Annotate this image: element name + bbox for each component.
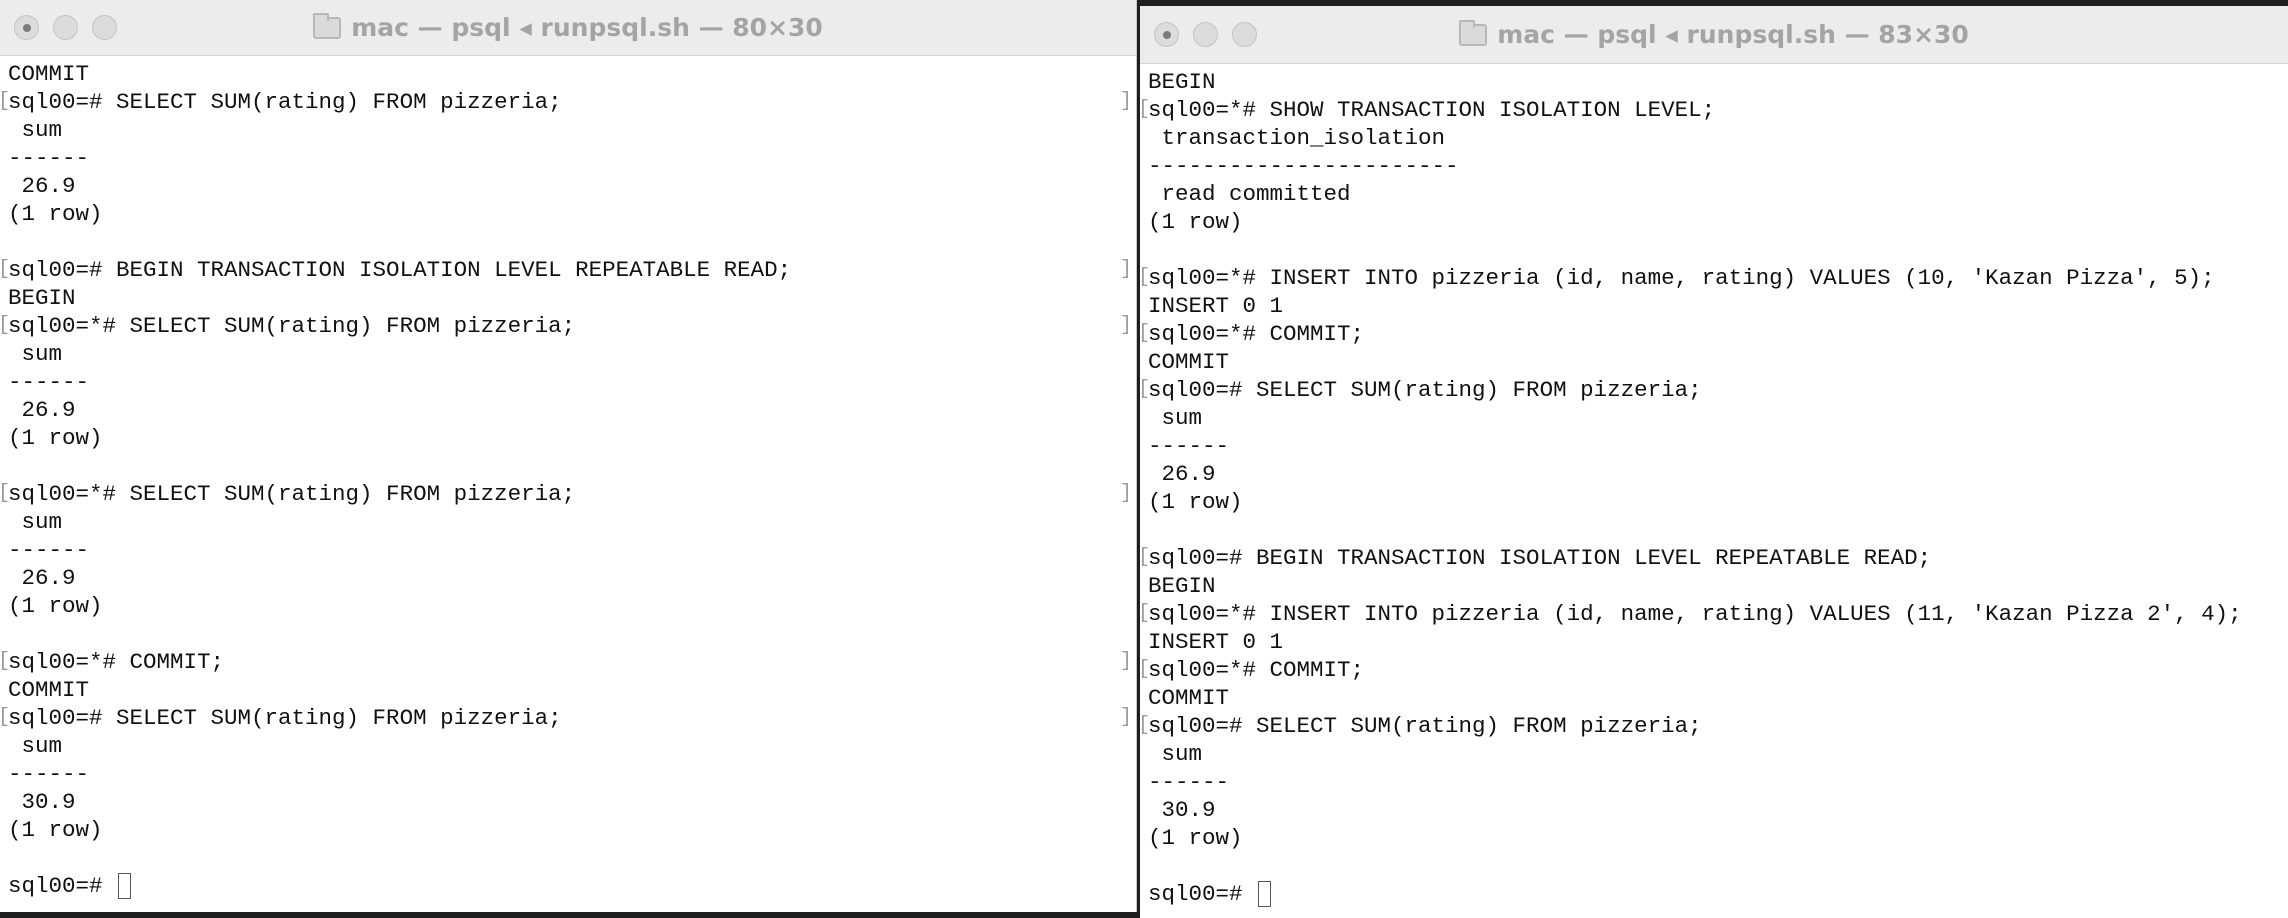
terminal-line: (1 row) [8,425,103,451]
terminal-line: sql00=# BEGIN TRANSACTION ISOLATION LEVE… [0,256,1136,284]
prompt-mark: ] [1119,258,1132,281]
folder-icon [1459,19,1488,46]
terminal-line: sql00=# SELECT SUM(rating) FROM pizzeria… [0,88,1136,116]
text-cursor [1258,881,1272,908]
prompt-mark: ] [1119,314,1132,337]
terminal-line: INSERT 0 1 [1148,629,1284,655]
terminal-line: sql00=*# COMMIT; [1140,320,2288,348]
prompt-line[interactable]: sql00=# [1140,880,2288,908]
terminal-line: INSERT 0 1 [1148,293,1284,319]
terminal-line: sum [8,341,63,367]
terminal-line: BEGIN [1148,573,1216,599]
terminal-line: read committed [1148,181,1351,207]
terminal-line: (1 row) [1148,209,1243,235]
terminal-line: transaction_isolation [1148,125,1446,151]
terminal-line: (1 row) [1148,489,1243,515]
window-title: mac — psql ◂ runpsql.sh — 80×30 [0,0,1136,55]
terminal-window-right[interactable]: mac — psql ◂ runpsql.sh — 83×30 BEGINsql… [1140,6,2288,918]
terminal-line: sum [8,733,63,759]
terminal-line: sql00=*# SELECT SUM(rating) FROM pizzeri… [0,480,1136,508]
terminal-line: ------ [8,369,90,395]
terminal-line: COMMIT [8,61,90,87]
terminal-line: sql00=*# INSERT INTO pizzeria (id, name,… [1140,600,2288,628]
terminal-line: BEGIN [8,285,76,311]
terminal-line: BEGIN [1148,69,1216,95]
terminal-line: sql00=*# SHOW TRANSACTION ISOLATION LEVE… [1140,96,2288,124]
window-title-text: mac — psql ◂ runpsql.sh — 80×30 [351,13,823,42]
terminal-line: sum [1148,741,1203,767]
folder-icon [313,12,342,39]
terminal-line: 26.9 [8,397,76,423]
prompt-text: sql00=# [1148,881,1257,907]
terminal-line: sql00=# SELECT SUM(rating) FROM pizzeria… [1140,712,2288,740]
prompt-text: sql00=# [8,873,117,899]
terminal-line: sql00=*# COMMIT;] [0,648,1136,676]
window-title-text: mac — psql ◂ runpsql.sh — 83×30 [1497,20,1969,49]
terminal-line: sum [8,117,63,143]
terminal-line: 30.9 [8,789,76,815]
terminal-line: (1 row) [8,817,103,843]
text-cursor [118,873,132,900]
terminal-line: 30.9 [1148,797,1216,823]
terminal-window-left[interactable]: mac — psql ◂ runpsql.sh — 80×30 COMMITsq… [0,0,1137,912]
terminal-line: sql00=*# SELECT SUM(rating) FROM pizzeri… [0,312,1136,340]
window-title: mac — psql ◂ runpsql.sh — 83×30 [1140,6,2288,63]
terminal-line: 26.9 [1148,461,1216,487]
terminal-output[interactable]: COMMITsql00=# SELECT SUM(rating) FROM pi… [0,56,1136,900]
terminal-line: COMMIT [8,677,90,703]
title-bar[interactable]: mac — psql ◂ runpsql.sh — 80×30 [0,0,1136,56]
prompt-mark: ] [1119,90,1132,113]
terminal-line: ------ [8,145,90,171]
terminal-line: 26.9 [8,565,76,591]
prompt-line[interactable]: sql00=# [0,872,1136,900]
terminal-line: sum [1148,405,1203,431]
title-bar[interactable]: mac — psql ◂ runpsql.sh — 83×30 [1140,6,2288,64]
prompt-mark: ] [1119,706,1132,729]
terminal-line: sql00=# BEGIN TRANSACTION ISOLATION LEVE… [1140,544,2288,572]
terminal-output[interactable]: BEGINsql00=*# SHOW TRANSACTION ISOLATION… [1140,64,2288,908]
prompt-mark: ] [1119,650,1132,673]
terminal-line: sql00=*# INSERT INTO pizzeria (id, name,… [1140,264,2288,292]
terminal-line: COMMIT [1148,685,1230,711]
terminal-line: (1 row) [8,593,103,619]
terminal-line: ------ [8,537,90,563]
terminal-line: ----------------------- [1148,153,1459,179]
terminal-line: (1 row) [1148,825,1243,851]
terminal-line: sql00=*# COMMIT; [1140,656,2288,684]
terminal-line: ------ [1148,769,1230,795]
terminal-line: sql00=# SELECT SUM(rating) FROM pizzeria… [1140,376,2288,404]
terminal-line: sql00=# SELECT SUM(rating) FROM pizzeria… [0,704,1136,732]
prompt-mark: ] [1119,482,1132,505]
terminal-line: ------ [1148,433,1230,459]
terminal-line: 26.9 [8,173,76,199]
terminal-line: COMMIT [1148,349,1230,375]
terminal-line: ------ [8,761,90,787]
terminal-line: (1 row) [8,201,103,227]
terminal-line: sum [8,509,63,535]
